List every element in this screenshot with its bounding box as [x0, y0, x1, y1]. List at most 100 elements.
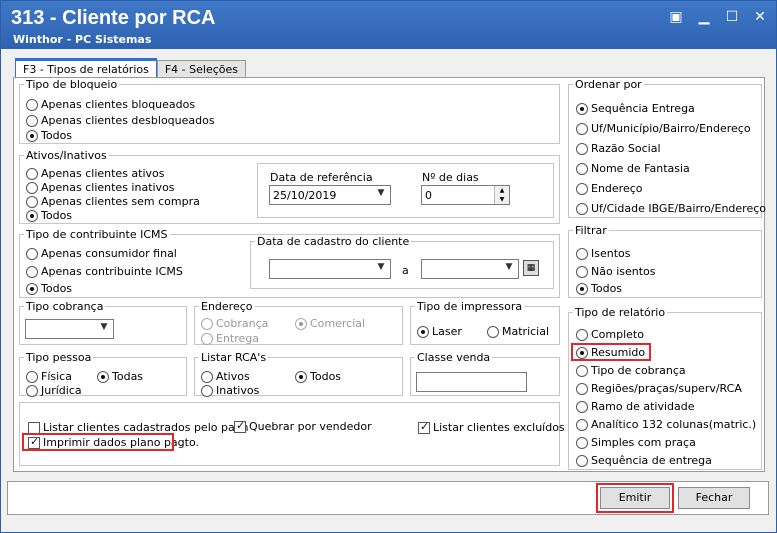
checkbox-icon[interactable]: [234, 419, 246, 433]
radio-clientes-ativos[interactable]: Apenas clientes ativos: [26, 167, 165, 180]
radio-contribuinte-icms[interactable]: Apenas contribuinte ICMS: [26, 265, 183, 278]
radio-rcas-ativos[interactable]: Ativos: [201, 370, 250, 383]
calendar-icon[interactable]: ▦: [523, 260, 539, 276]
radio-icon[interactable]: [26, 167, 38, 180]
radio-icon[interactable]: [201, 370, 213, 383]
radio-icon[interactable]: [295, 370, 307, 383]
radio-icon[interactable]: [487, 325, 499, 338]
radio-filtrar-nao-isentos[interactable]: Não isentos: [576, 265, 656, 278]
radio-icon[interactable]: [26, 265, 38, 278]
radio-icon[interactable]: [417, 325, 429, 338]
radio-ordenar-uf-municipio[interactable]: Uf/Município/Bairro/Endereço: [576, 122, 751, 135]
radio-pessoa-todas[interactable]: Todas: [97, 370, 143, 383]
tipo-cobranca-select[interactable]: ▼: [25, 319, 114, 339]
chevron-down-icon[interactable]: ▼: [374, 262, 388, 276]
checkbox-icon[interactable]: [418, 420, 430, 434]
radio-apenas-bloqueados[interactable]: Apenas clientes bloqueados: [26, 98, 195, 111]
radio-icon[interactable]: [295, 317, 307, 330]
radio-icon[interactable]: [576, 400, 588, 413]
radio-icon[interactable]: [576, 162, 588, 175]
tab-tipos-relatorios[interactable]: F3 - Tipos de relatórios: [15, 58, 157, 78]
radio-impressora-matricial[interactable]: Matricial: [487, 325, 549, 338]
radio-icon[interactable]: [201, 384, 213, 397]
radio-icon[interactable]: [26, 370, 38, 383]
radio-icon[interactable]: [26, 209, 38, 222]
radio-relatorio-tipo-cobranca[interactable]: Tipo de cobrança: [576, 364, 686, 377]
radio-icon[interactable]: [576, 436, 588, 449]
chevron-down-icon[interactable]: ▼: [97, 322, 111, 336]
radio-bloqueio-todos[interactable]: Todos: [26, 129, 72, 142]
radio-rcas-todos[interactable]: Todos: [295, 370, 341, 383]
data-referencia-input[interactable]: 25/10/2019 ▼: [269, 185, 391, 205]
radio-icon[interactable]: [576, 247, 588, 260]
radio-icon[interactable]: [26, 98, 38, 111]
radio-consumidor-final[interactable]: Apenas consumidor final: [26, 247, 177, 260]
radio-icon[interactable]: [576, 265, 588, 278]
radio-filtrar-todos[interactable]: Todos: [576, 282, 622, 295]
radio-icon[interactable]: [576, 454, 588, 467]
radio-ordenar-razao[interactable]: Razão Social: [576, 142, 661, 155]
radio-relatorio-sequencia[interactable]: Sequência de entrega: [576, 454, 712, 467]
radio-pessoa-fisica[interactable]: Física: [26, 370, 72, 383]
check-listar-excluidos[interactable]: Listar clientes excluídos: [418, 420, 565, 434]
close-icon[interactable]: ✕: [752, 9, 768, 25]
tab-selecoes[interactable]: F4 - Seleções: [156, 60, 246, 78]
radio-icon[interactable]: [26, 282, 38, 295]
radio-icon[interactable]: [576, 282, 588, 295]
radio-relatorio-resumido[interactable]: Resumido: [576, 346, 645, 359]
minimize-icon[interactable]: ▁: [696, 9, 712, 25]
fechar-button[interactable]: Fechar: [678, 487, 750, 509]
radio-relatorio-regioes[interactable]: Regiões/praças/superv/RCA: [576, 382, 742, 395]
radio-icon[interactable]: [576, 122, 588, 135]
radio-icon[interactable]: [576, 142, 588, 155]
radio-rcas-inativos[interactable]: Inativos: [201, 384, 259, 397]
spin-arrows-icon[interactable]: ▲ ▼: [494, 186, 509, 204]
data-cadastro-from-input[interactable]: ▼: [269, 259, 391, 279]
checkbox-icon[interactable]: [28, 435, 40, 449]
num-dias-stepper[interactable]: 0 ▲ ▼: [421, 185, 510, 205]
radio-icon[interactable]: [26, 247, 38, 260]
radio-icon[interactable]: [26, 114, 38, 127]
radio-icon[interactable]: [97, 370, 109, 383]
radio-icon[interactable]: [201, 332, 213, 345]
radio-icon[interactable]: [576, 346, 588, 359]
radio-icon[interactable]: [201, 317, 213, 330]
radio-apenas-desbloqueados[interactable]: Apenas clientes desbloqueados: [26, 114, 215, 127]
radio-icms-todos[interactable]: Todos: [26, 282, 72, 295]
maximize-icon[interactable]: ☐: [724, 9, 740, 25]
check-quebrar-vendedor[interactable]: Quebrar por vendedor: [234, 419, 372, 433]
radio-icon[interactable]: [576, 182, 588, 195]
radio-icon[interactable]: [576, 102, 588, 115]
radio-icon[interactable]: [576, 328, 588, 341]
radio-filtrar-isentos[interactable]: Isentos: [576, 247, 631, 260]
emitir-button[interactable]: Emitir: [600, 487, 670, 509]
radio-relatorio-analitico[interactable]: Analítico 132 colunas(matric.): [576, 418, 756, 431]
radio-icon[interactable]: [26, 195, 38, 208]
check-imprimir-plano[interactable]: Imprimir dados plano pagto.: [28, 435, 199, 449]
radio-icon[interactable]: [576, 364, 588, 377]
radio-relatorio-simples[interactable]: Simples com praça: [576, 436, 696, 449]
checkbox-icon[interactable]: [28, 421, 40, 434]
data-cadastro-to-input[interactable]: ▼: [421, 259, 519, 279]
radio-icon[interactable]: [576, 202, 588, 215]
radio-impressora-laser[interactable]: Laser: [417, 325, 462, 338]
radio-endereco-comercial[interactable]: Comercial: [295, 317, 365, 330]
chevron-down-icon[interactable]: ▼: [374, 188, 388, 202]
radio-icon[interactable]: [576, 382, 588, 395]
radio-icon[interactable]: [26, 181, 38, 194]
radio-endereco-cobranca[interactable]: Cobrança: [201, 317, 268, 330]
radio-ordenar-uf-ibge[interactable]: Uf/Cidade IBGE/Bairro/Endereço: [576, 202, 766, 215]
radio-icon[interactable]: [26, 129, 38, 142]
check-listar-palm[interactable]: Listar clientes cadastrados pelo palm: [28, 421, 248, 434]
radio-icon[interactable]: [576, 418, 588, 431]
radio-icon[interactable]: [26, 384, 38, 397]
chevron-down-icon[interactable]: ▼: [502, 262, 516, 276]
radio-pessoa-juridica[interactable]: Jurídica: [26, 384, 82, 397]
radio-ordenar-fantasia[interactable]: Nome de Fantasia: [576, 162, 690, 175]
radio-ativos-todos[interactable]: Todos: [26, 209, 72, 222]
restore-icon[interactable]: ▣: [668, 9, 684, 25]
radio-ordenar-endereco[interactable]: Endereço: [576, 182, 643, 195]
radio-clientes-inativos[interactable]: Apenas clientes inativos: [26, 181, 175, 194]
classe-venda-input[interactable]: [416, 372, 527, 392]
radio-clientes-sem-compra[interactable]: Apenas clientes sem compra: [26, 195, 200, 208]
